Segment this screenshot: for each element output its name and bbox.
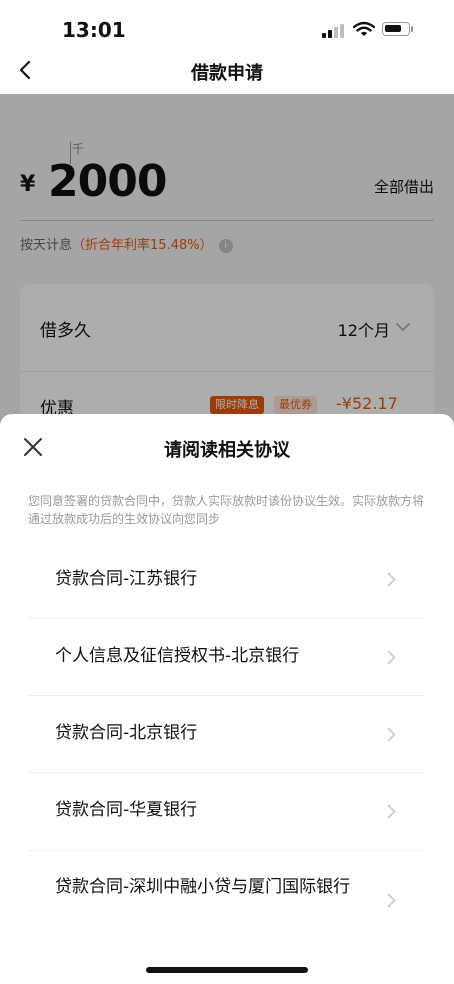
battery-icon (382, 22, 410, 36)
agreement-item-jiangsu-bank[interactable]: 贷款合同-江苏银行 (28, 542, 426, 618)
agreement-label: 贷款合同-北京银行 (55, 723, 198, 743)
battery-tip (411, 26, 413, 32)
chevron-right-icon (387, 650, 396, 665)
agreement-label: 个人信息及征信授权书-北京银行 (55, 646, 300, 666)
chevron-right-icon (387, 727, 396, 742)
chevron-right-icon (387, 893, 396, 908)
sheet-title: 请阅读相关协议 (164, 440, 290, 461)
status-bar: 13:01 (0, 0, 454, 48)
wifi-icon (353, 21, 375, 36)
agreements-sheet: 请阅读相关协议 您同意签署的贷款合同中，贷款人实际放款时该份协议生效。实际放款方… (0, 414, 454, 984)
agreement-item-shenzhen-xiamen[interactable]: 贷款合同-深圳中融小贷与厦门国际银行 (28, 851, 426, 951)
agreement-item-huaxia-bank[interactable]: 贷款合同-华夏银行 (28, 773, 426, 851)
agreement-label: 贷款合同-华夏银行 (55, 800, 198, 820)
signal-icon (322, 24, 348, 38)
chevron-right-icon (387, 572, 396, 587)
status-time: 13:01 (62, 18, 126, 42)
sheet-description: 您同意签署的贷款合同中，贷款人实际放款时该份协议生效。实际放款方将通过放款成功后… (28, 494, 425, 526)
page-title: 借款申请 (191, 63, 263, 84)
agreement-item-beijing-bank[interactable]: 贷款合同-北京银行 (28, 696, 426, 773)
agreement-label: 贷款合同-深圳中融小贷与厦门国际银行 (55, 877, 351, 897)
nav-bar: 借款申请 (0, 48, 454, 94)
chevron-right-icon (387, 804, 396, 819)
agreement-label: 贷款合同-江苏银行 (55, 569, 198, 589)
agreement-item-credit-authorization[interactable]: 个人信息及征信授权书-北京银行 (28, 618, 426, 696)
home-indicator (146, 967, 308, 973)
screen: 13:01 借款申请 千 ¥ 2000 全部借出 按天计息（折合年利率15.48… (0, 0, 454, 984)
